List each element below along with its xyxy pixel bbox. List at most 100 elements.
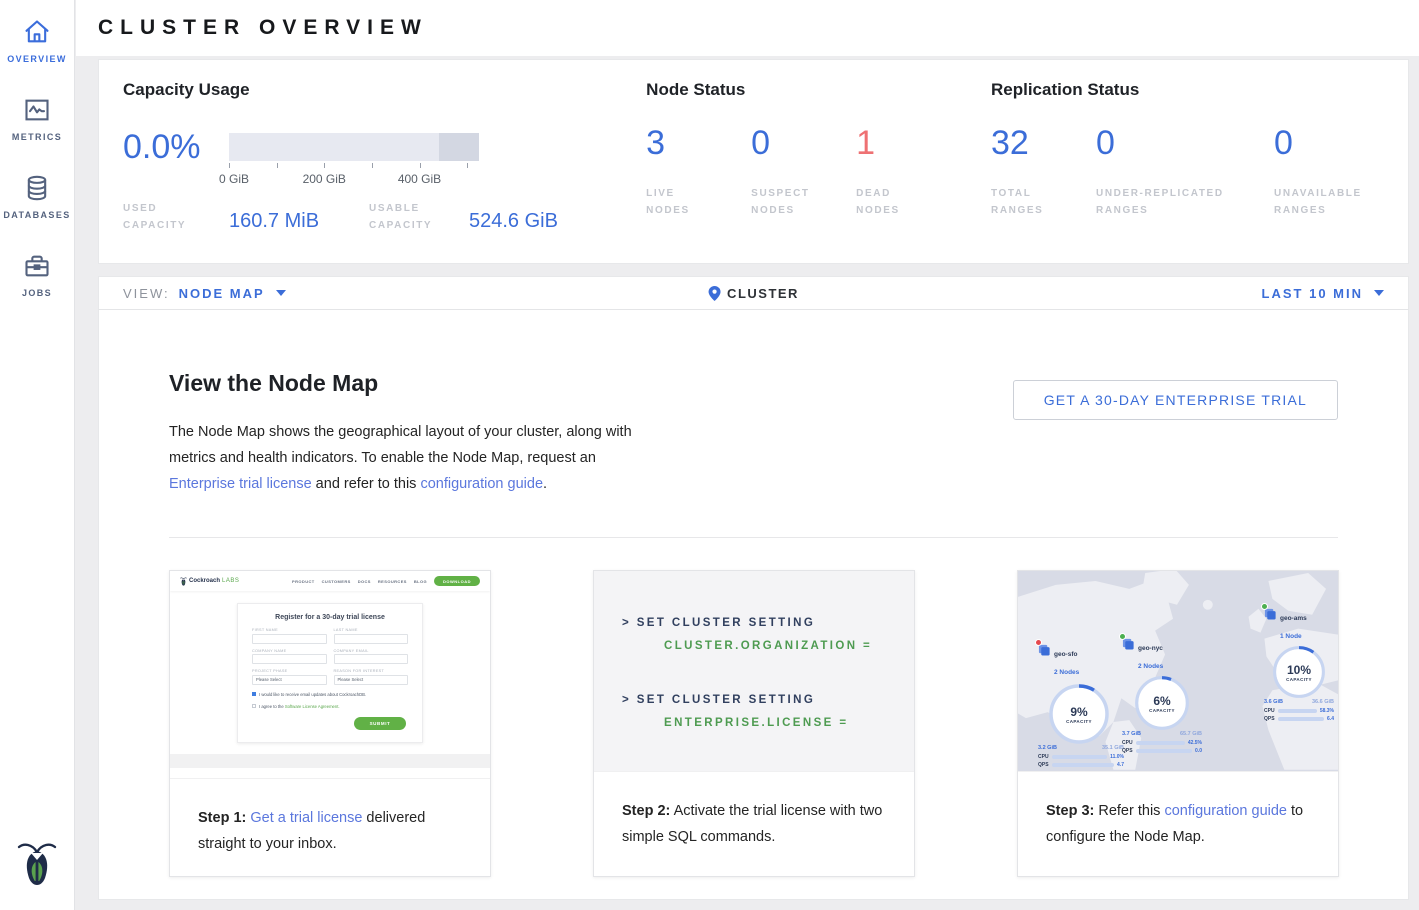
cpu-value: 58.3%	[1320, 708, 1334, 714]
step1-caption: Step 1: Get a trial license delivered st…	[170, 778, 490, 876]
qps-label: QPS	[1264, 716, 1275, 722]
used-capacity-value: 160.7 MiB	[229, 210, 369, 233]
time-range-selector[interactable]: LAST 10 MIN	[1262, 286, 1384, 301]
first-name-input[interactable]	[252, 634, 327, 644]
node-map-placeholder-panel: View the Node Map The Node Map shows the…	[98, 310, 1409, 900]
mini-cockroach-logo: Cockroach LABS	[180, 577, 239, 586]
cpu-label: CPU	[1122, 740, 1133, 746]
code-line-2: > SET CLUSTER SETTING	[622, 694, 914, 706]
sidebar-item-label: JOBS	[22, 288, 52, 298]
enterprise-trial-button[interactable]: GET A 30-DAY ENTERPRISE TRIAL	[1013, 380, 1338, 420]
live-nodes-value: 3	[646, 124, 751, 163]
scope-label: CLUSTER	[727, 286, 799, 301]
mini-nav-blog[interactable]: BLOG	[414, 579, 427, 584]
step2-caption: Step 2: Activate the trial license with …	[594, 771, 914, 876]
usable-capacity-label: USABLECAPACITY	[369, 200, 469, 234]
cpu-value: 11.0%	[1110, 754, 1124, 760]
sidebar-item-label: METRICS	[12, 132, 62, 142]
node-locality-marker[interactable]: geo-ams1 Node 10% CAPACITY 3.6 GiB36.6 G…	[1264, 607, 1334, 722]
reason-for-interest-select[interactable]: Please Select	[334, 675, 409, 685]
sidebar: OVERVIEW METRICS DATABASES JOBS	[0, 0, 75, 910]
node-locality-marker[interactable]: geo-sfo2 Nodes 9% CAPACITY 3.2 GiB35.1 G…	[1038, 643, 1124, 768]
sidebar-item-jobs[interactable]: JOBS	[0, 234, 75, 312]
used-capacity: 3.2 GiB	[1038, 745, 1057, 751]
home-icon	[22, 18, 52, 46]
used-capacity: 3.6 GiB	[1264, 699, 1283, 705]
mini-field-label: LAST NAME	[334, 628, 409, 632]
suspect-nodes-value: 0	[751, 124, 856, 163]
node-map-heading: View the Node Map	[169, 370, 647, 397]
mini-field-label: COMPANY EMAIL	[334, 649, 409, 653]
sql-commands-snippet: > SET CLUSTER SETTING CLUSTER.ORGANIZATI…	[594, 571, 914, 771]
cpu-label: CPU	[1038, 754, 1049, 760]
cpu-bar	[1136, 741, 1185, 745]
live-node-badge	[1261, 603, 1268, 610]
node-locality-marker[interactable]: geo-nyc2 Nodes 6% CAPACITY 3.7 GiB65.7 G…	[1122, 637, 1202, 754]
sidebar-item-databases[interactable]: DATABASES	[0, 156, 75, 234]
usable-capacity-value: 524.6 GiB	[469, 210, 558, 233]
code-line-1: > SET CLUSTER SETTING	[622, 617, 914, 629]
step3-card: geo-sfo2 Nodes 9% CAPACITY 3.2 GiB35.1 G…	[1017, 570, 1339, 877]
company-name-input[interactable]	[252, 654, 327, 664]
node-status-title: Node Status	[646, 80, 991, 100]
node-map-description: The Node Map shows the geographical layo…	[169, 419, 647, 497]
view-selector[interactable]: VIEW: NODE MAP	[123, 286, 286, 301]
mini-nav-product[interactable]: PRODUCT	[292, 579, 315, 584]
cockroachdb-logo	[17, 841, 57, 892]
trial-registration-form: Register for a 30-day trial license FIRS…	[237, 603, 423, 743]
scope-breadcrumb: CLUSTER	[708, 286, 799, 301]
project-phase-select[interactable]: Please Select	[252, 675, 327, 685]
license-agreement-label: I agree to the Software License Agreemen…	[259, 704, 340, 709]
configuration-guide-link[interactable]: configuration guide	[420, 476, 543, 492]
sidebar-item-label: DATABASES	[3, 210, 70, 220]
locality-name: geo-sfo	[1054, 651, 1077, 658]
metrics-icon	[22, 96, 52, 124]
step2-label: Step 2:	[622, 803, 670, 819]
sidebar-item-metrics[interactable]: METRICS	[0, 78, 75, 156]
node-status-section: Node Status 3 LIVENODES 0 SUSPECTNODES 1…	[646, 80, 991, 263]
total-ranges-value: 32	[991, 124, 1096, 163]
dead-nodes-label: DEADNODES	[856, 185, 948, 219]
company-email-input[interactable]	[334, 654, 409, 664]
locality-name: geo-nyc	[1138, 645, 1163, 652]
suspect-nodes-label: SUSPECTNODES	[751, 185, 843, 219]
configuration-guide-link[interactable]: configuration guide	[1164, 803, 1287, 819]
total-capacity: 36.6 GiB	[1312, 699, 1334, 705]
qps-label: QPS	[1038, 762, 1049, 768]
briefcase-icon	[22, 252, 52, 280]
mini-download-button[interactable]: DOWNLOAD	[434, 576, 480, 586]
live-nodes-label: LIVENODES	[646, 185, 738, 219]
sidebar-item-label: OVERVIEW	[7, 54, 67, 64]
step3-text: Refer this	[1094, 803, 1164, 819]
enterprise-trial-license-link[interactable]: Enterprise trial license	[169, 476, 312, 492]
step3-label: Step 3:	[1046, 803, 1094, 819]
unavailable-ranges-value: 0	[1274, 124, 1384, 163]
view-value: NODE MAP	[179, 286, 265, 301]
step1-card: Cockroach LABS PRODUCT CUSTOMERS DOCS RE…	[169, 570, 491, 877]
chevron-down-icon	[276, 290, 286, 296]
step1-label: Step 1:	[198, 810, 246, 826]
description-text: The Node Map shows the geographical layo…	[169, 424, 632, 466]
get-trial-license-link[interactable]: Get a trial license	[250, 810, 362, 826]
mini-nav-docs[interactable]: DOCS	[358, 579, 371, 584]
cluster-summary-panel: Capacity Usage 0.0% 0 GiB 200 GiB 400 Gi…	[98, 59, 1409, 264]
sidebar-item-overview[interactable]: OVERVIEW	[0, 0, 75, 78]
qps-value: 0.0	[1195, 748, 1202, 754]
email-updates-checkbox[interactable]	[252, 692, 256, 696]
dead-nodes-value: 1	[856, 124, 948, 163]
total-capacity: 65.7 GiB	[1180, 731, 1202, 737]
mini-nav-resources[interactable]: RESOURCES	[378, 579, 407, 584]
logo-suffix: LABS	[222, 578, 239, 584]
unavailable-ranges-label: UNAVAILABLERANGES	[1274, 185, 1384, 219]
mini-nav-customers[interactable]: CUSTOMERS	[322, 579, 351, 584]
view-bar: VIEW: NODE MAP CLUSTER LAST 10 MIN	[98, 276, 1409, 310]
mini-submit-button[interactable]: SUBMIT	[354, 717, 406, 730]
page-title: CLUSTER OVERVIEW	[98, 16, 428, 40]
capacity-bar-reserved-segment	[439, 133, 479, 161]
capacity-usage-section: Capacity Usage 0.0% 0 GiB 200 GiB 400 Gi…	[123, 80, 646, 263]
last-name-input[interactable]	[334, 634, 409, 644]
capacity-tick-200: 200 GiB	[303, 172, 346, 186]
license-agreement-checkbox[interactable]	[252, 704, 256, 708]
under-replicated-ranges-value: 0	[1096, 124, 1274, 163]
software-license-agreement-link[interactable]: Software License Agreement.	[285, 704, 340, 709]
